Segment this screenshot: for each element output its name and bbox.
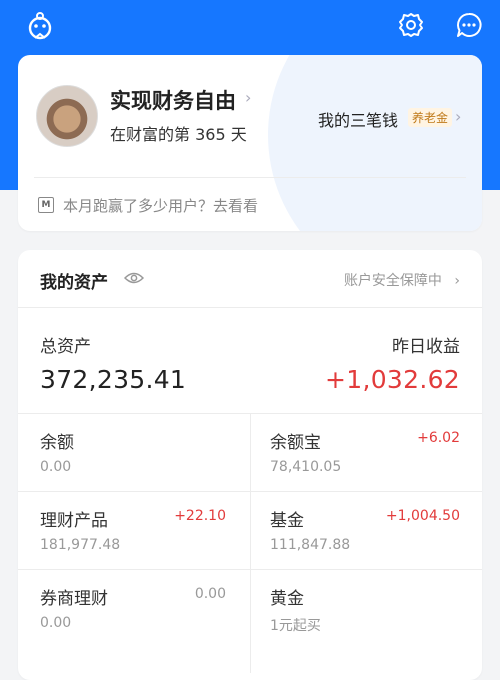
yesterday-earnings-value: +1,032.62 [325,365,460,394]
asset-item-title: 券商理财 [40,589,108,609]
asset-item-value: 0.00 [40,459,72,475]
asset-item-value: 0.00 [40,615,72,631]
three-money-link[interactable]: 我的三笔钱 [318,107,398,131]
asset-item-title: 黄金 [270,589,304,609]
pension-badge: 养老金 [408,108,453,127]
column-divider [250,413,251,673]
avatar[interactable] [36,85,98,147]
security-status-link[interactable]: 账户安全保障中 › [344,270,460,290]
divider [34,177,466,178]
asset-item-title: 余额宝 [270,433,321,453]
profile-name[interactable]: 实现财务自由 [110,85,236,115]
decorative-circle [268,55,482,231]
top-bar [0,0,500,50]
asset-item-delta: 0.00 [194,586,226,602]
asset-item-delta: +6.02 [417,430,460,446]
profile-card: 实现财务自由 › 在财富的第 365 天 我的三笔钱 养老金 › M 本月跑赢了… [18,55,482,231]
yesterday-earnings-label: 昨日收益 [392,337,460,357]
asset-item-title: 理财产品 [40,511,108,531]
divider [18,307,482,308]
security-text: 账户安全保障中 [343,273,442,289]
asset-item-delta: +1,004.50 [385,508,460,524]
asset-item-value: 78,410.05 [270,459,342,475]
asset-item-delta: +22.10 [174,508,226,524]
days-text: 在财富的第 365 天 [110,125,247,144]
assets-title: 我的资产 [40,273,108,293]
asset-item-value: 181,977.48 [40,537,121,553]
total-assets-label: 总资产 [40,337,91,357]
asset-item-title: 基金 [270,511,304,531]
chevron-right-icon: › [245,88,252,107]
chat-bubble-icon[interactable] [454,10,484,40]
assets-card: 我的资产 账户安全保障中 › 总资产 372,235.41 昨日收益 +1,03… [18,250,482,680]
asset-item-value: 111,847.88 [270,537,351,553]
gear-icon[interactable] [396,10,426,40]
m-badge-icon: M [38,197,54,213]
asset-item-value: 1元起买 [270,618,321,634]
total-assets-value: 372,235.41 [40,365,187,394]
chevron-right-icon: › [454,273,460,289]
divider [18,569,482,570]
divider [18,491,482,492]
chevron-right-icon: › [455,107,462,126]
notice-link[interactable]: 本月跑赢了多少用户？去看看 [63,195,258,216]
asset-item-title: 余额 [40,433,74,453]
eye-icon[interactable] [123,270,145,289]
mascot-logo-icon[interactable] [24,10,56,42]
